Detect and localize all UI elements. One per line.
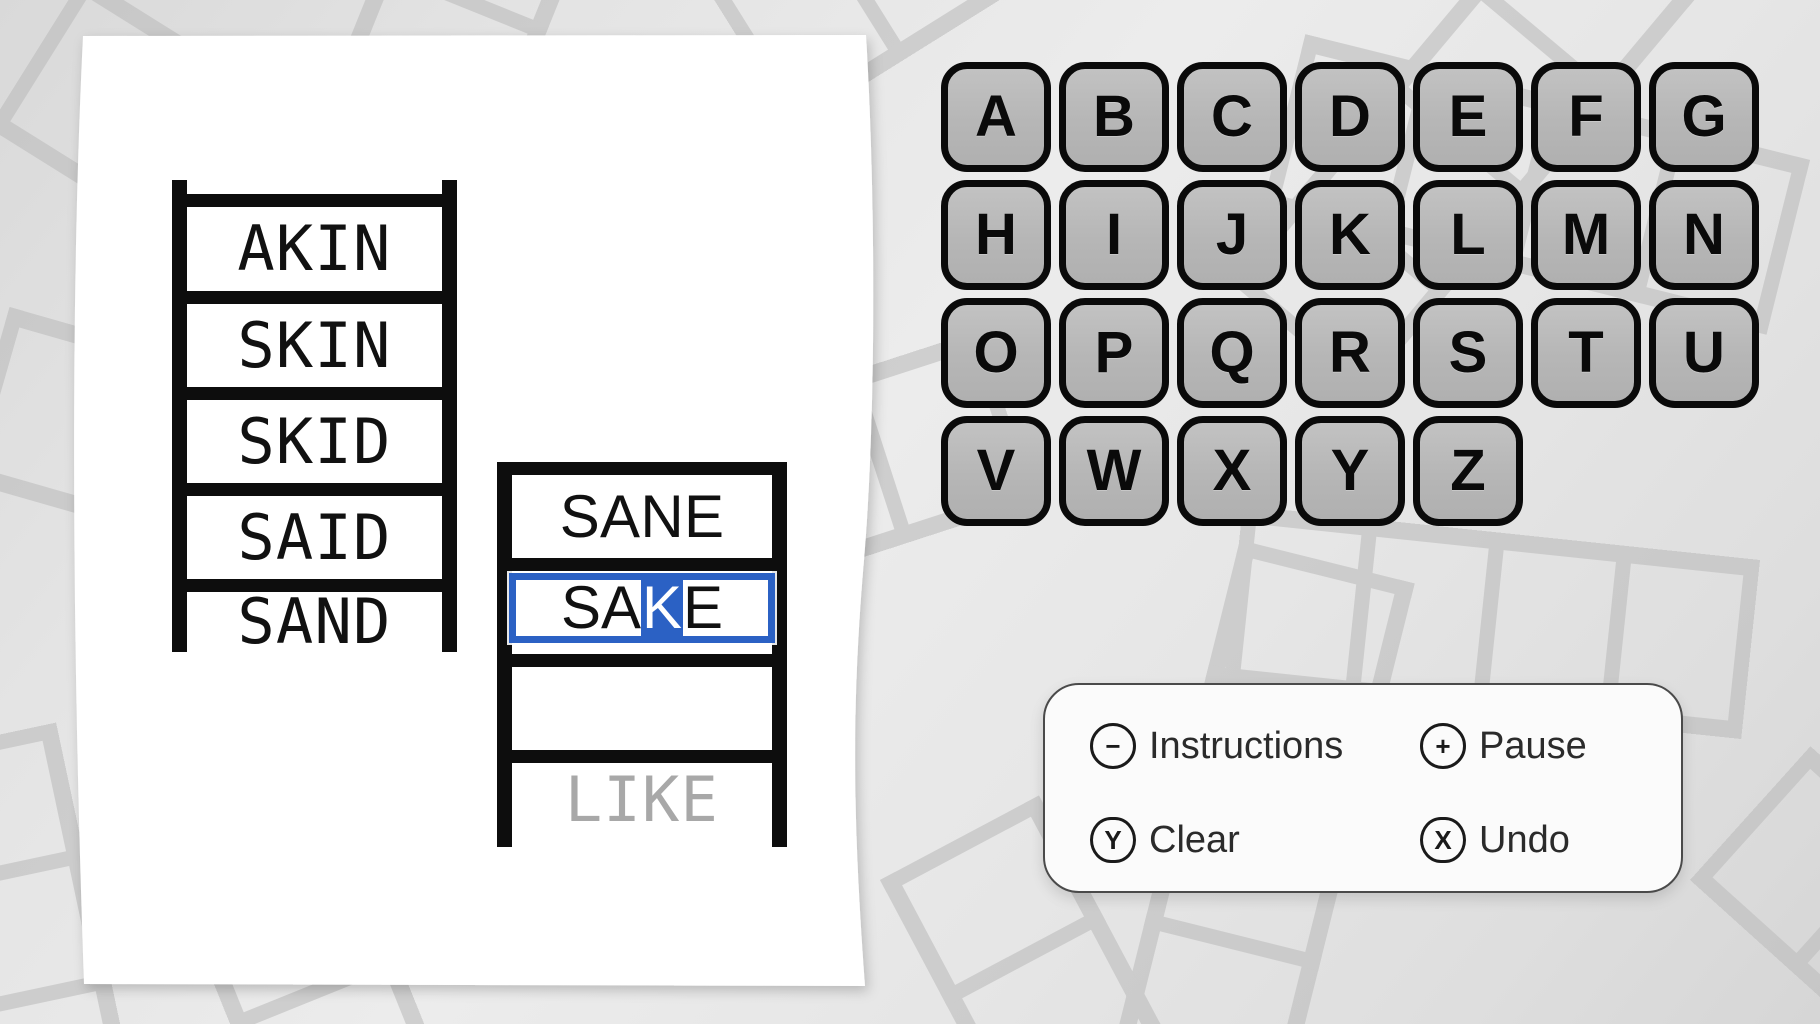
key-o[interactable]: O: [941, 298, 1051, 408]
paper-sheet: AKIN SKIN SKID SAID SAND SANE SAKE LIKE: [0, 0, 920, 1024]
ladder-cell-empty[interactable]: [512, 667, 772, 750]
ladder-word: SAND: [237, 585, 392, 658]
key-n[interactable]: N: [1649, 180, 1759, 290]
key-r[interactable]: R: [1295, 298, 1405, 408]
key-y[interactable]: Y: [1295, 416, 1405, 526]
hint-label: Pause: [1479, 724, 1587, 767]
ladder-word: AKIN: [237, 212, 392, 285]
ladder-rung: [497, 654, 787, 667]
ladder-rung: [497, 558, 787, 571]
ladder-word: SKIN: [237, 308, 392, 382]
key-k[interactable]: K: [1295, 180, 1405, 290]
selected-word-cell[interactable]: SAKE: [509, 573, 775, 643]
key-v[interactable]: V: [941, 416, 1051, 526]
key-i[interactable]: I: [1059, 180, 1169, 290]
target-word: LIKE: [564, 763, 720, 836]
ladder-cell[interactable]: SKID: [187, 400, 442, 483]
ladder-word: SANE: [559, 482, 725, 550]
key-u[interactable]: U: [1649, 298, 1759, 408]
selected-word-prefix: SA: [560, 574, 641, 641]
key-h[interactable]: H: [941, 180, 1051, 290]
ladder-cell[interactable]: SAND: [187, 585, 442, 658]
hint-label: Undo: [1479, 818, 1570, 861]
hint-clear[interactable]: Y Clear: [1090, 817, 1420, 863]
alphabet-keyboard[interactable]: ABCDEFGHIJKLMNOPQRSTUVWXYZ: [941, 62, 1767, 534]
cursor-letter[interactable]: K: [640, 574, 684, 641]
ladder-cell-target: LIKE: [512, 763, 772, 837]
solved-ladder: AKIN SKIN SKID SAID SAND: [172, 180, 457, 658]
key-q[interactable]: Q: [1177, 298, 1287, 408]
key-m[interactable]: M: [1531, 180, 1641, 290]
ladder-rung: [172, 483, 457, 496]
key-b[interactable]: B: [1059, 62, 1169, 172]
keyboard-row-4: VWXYZ: [941, 416, 1767, 534]
ladder-rung: [497, 750, 787, 763]
ladder-cell[interactable]: SAID: [187, 496, 442, 579]
key-p[interactable]: P: [1059, 298, 1169, 408]
hint-undo[interactable]: X Undo: [1420, 817, 1681, 863]
key-z[interactable]: Z: [1413, 416, 1523, 526]
ladder-cell[interactable]: SANE: [512, 475, 772, 558]
key-g[interactable]: G: [1649, 62, 1759, 172]
button-y-icon: Y: [1090, 817, 1136, 863]
ladder-word: SAID: [237, 500, 392, 574]
hint-label: Clear: [1149, 818, 1240, 861]
ladder-rung: [172, 291, 457, 304]
key-l[interactable]: L: [1413, 180, 1523, 290]
controls-hint-panel: − Instructions + Pause Y Clear X Undo: [1043, 683, 1683, 893]
minus-circle-icon: −: [1090, 723, 1136, 769]
ladder-rung: [497, 462, 787, 475]
ladder-word: SKID: [237, 404, 392, 478]
ladder-cell[interactable]: SKIN: [187, 304, 442, 387]
key-s[interactable]: S: [1413, 298, 1523, 408]
active-ladder: SANE SAKE LIKE: [497, 462, 787, 847]
hint-instructions[interactable]: − Instructions: [1090, 723, 1420, 769]
key-j[interactable]: J: [1177, 180, 1287, 290]
keyboard-row-2: HIJKLMN: [941, 180, 1767, 298]
ladder-rung: [172, 387, 457, 400]
key-c[interactable]: C: [1177, 62, 1287, 172]
plus-circle-icon: +: [1420, 723, 1466, 769]
keyboard-row-1: ABCDEFG: [941, 62, 1767, 180]
key-a[interactable]: A: [941, 62, 1051, 172]
key-d[interactable]: D: [1295, 62, 1405, 172]
key-f[interactable]: F: [1531, 62, 1641, 172]
hint-pause[interactable]: + Pause: [1420, 723, 1681, 769]
hint-label: Instructions: [1149, 724, 1344, 767]
selected-word-suffix: E: [683, 574, 724, 641]
key-t[interactable]: T: [1531, 298, 1641, 408]
key-x[interactable]: X: [1177, 416, 1287, 526]
button-x-icon: X: [1420, 817, 1466, 863]
selected-word: SAKE: [561, 574, 723, 641]
ladder-rung: [172, 194, 457, 207]
key-w[interactable]: W: [1059, 416, 1169, 526]
key-e[interactable]: E: [1413, 62, 1523, 172]
keyboard-row-3: OPQRSTU: [941, 298, 1767, 416]
ladder-cell[interactable]: AKIN: [187, 207, 442, 291]
